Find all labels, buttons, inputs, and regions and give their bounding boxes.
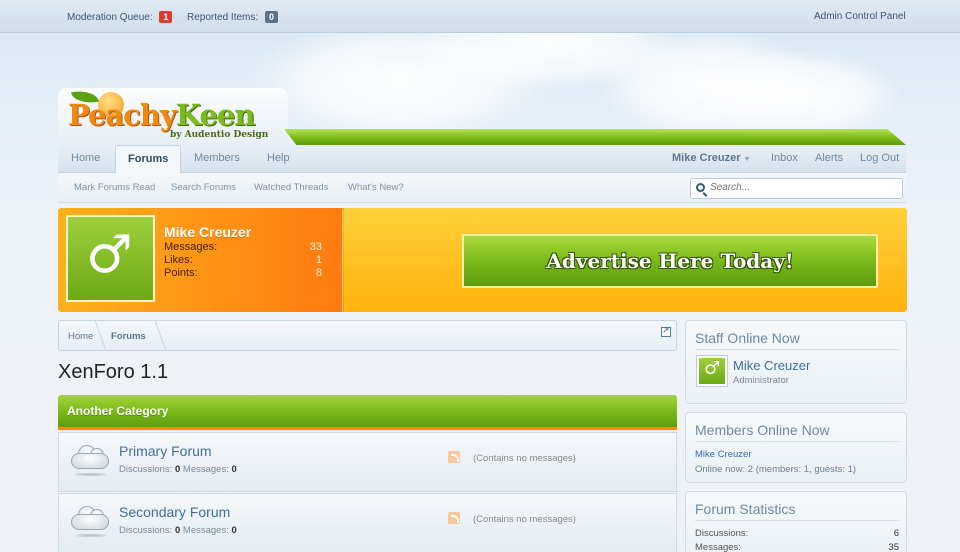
staff-online-block: Staff Online Now ♂ Mike Creuzer Administ…	[685, 320, 907, 404]
stat-messages: Messages: 35	[695, 542, 899, 552]
search-input[interactable]	[710, 182, 895, 193]
cloud-forum-icon	[68, 443, 112, 476]
page-title: XenForo 1.1	[58, 361, 169, 383]
stat-label: Likes:	[164, 254, 193, 266]
discussions-label: Discussions:	[119, 525, 173, 536]
moderation-queue-label: Moderation Queue:	[67, 12, 153, 23]
visitor-stat-points: Points: 8	[164, 267, 322, 279]
jump-to-top-icon[interactable]	[661, 325, 671, 337]
members-online-title: Members Online Now	[695, 422, 899, 442]
messages-count: 0	[231, 525, 237, 536]
logo-wordmark: PeachyKeen	[68, 98, 256, 132]
avatar[interactable]: ♂	[697, 356, 727, 386]
logout-link[interactable]: Log Out	[860, 152, 899, 164]
stat-label: Messages:	[695, 542, 741, 552]
stat-value: 35	[888, 542, 899, 552]
mark-forums-read-link[interactable]: Mark Forums Read	[74, 182, 155, 193]
avatar[interactable]: ♂	[66, 215, 155, 302]
advertise-banner[interactable]: Advertise Here Today!	[462, 234, 878, 288]
search-forums-link[interactable]: Search Forums	[171, 182, 236, 193]
forum-stats: Discussions: 0 Messages: 0	[119, 525, 237, 536]
logo-word-1: Peachy	[68, 98, 177, 132]
reported-items-label: Reported Items:	[187, 12, 259, 23]
alerts-link[interactable]: Alerts	[815, 152, 843, 164]
visitor-banner: ♂ Mike Creuzer Messages: 33 Likes: 1 Poi…	[58, 208, 907, 312]
members-online-block: Members Online Now Mike Creuzer Online n…	[685, 412, 907, 483]
discussions-count: 0	[174, 464, 181, 475]
header-green-bar	[284, 129, 906, 145]
staff-member-role: Administrator	[733, 375, 789, 386]
messages-label: Messages:	[182, 464, 229, 475]
online-member-link[interactable]: Mike Creuzer	[695, 449, 752, 460]
breadcrumb-forums[interactable]: Forums	[111, 331, 146, 342]
search-icon	[696, 183, 705, 192]
staff-member-link[interactable]: Mike Creuzer	[733, 358, 810, 373]
stat-label: Discussions:	[695, 528, 749, 539]
tab-help[interactable]: Help	[267, 152, 290, 164]
ad-area: Advertise Here Today!	[344, 208, 907, 312]
main-nav: Home Forums Members Help Mike Creuzer ▼ …	[58, 145, 906, 174]
staff-online-title: Staff Online Now	[695, 330, 899, 350]
user-menu[interactable]: Mike Creuzer ▼	[672, 152, 750, 164]
male-avatar-icon: ♂	[704, 358, 721, 379]
last-post-info: (Contains no messages)	[473, 453, 576, 464]
user-menu-name: Mike Creuzer	[672, 152, 741, 164]
stat-discussions: Discussions: 6	[695, 528, 899, 539]
messages-label: Messages:	[182, 525, 229, 536]
inbox-link[interactable]: Inbox	[771, 152, 798, 164]
forum-title-link[interactable]: Primary Forum	[119, 443, 212, 459]
logo-tagline: by Audentio Design	[170, 130, 269, 140]
visitor-stat-messages: Messages: 33	[164, 241, 322, 253]
stat-value: 33	[309, 241, 322, 253]
forum-row: Secondary Forum Discussions: 0 Messages:…	[58, 493, 677, 552]
forum-title-link[interactable]: Secondary Forum	[119, 504, 230, 520]
forum-statistics-title: Forum Statistics	[695, 501, 899, 521]
online-count: Online now: 2 (members: 1, guests: 1)	[695, 464, 857, 475]
visitor-stat-likes: Likes: 1	[164, 254, 322, 266]
cloud-decor	[700, 50, 900, 140]
breadcrumb: Home Forums	[58, 320, 677, 351]
stat-value: 6	[893, 528, 899, 539]
reported-items-count: 0	[264, 11, 278, 23]
discussions-count: 0	[174, 525, 181, 536]
sub-nav: Mark Forums Read Search Forums Watched T…	[58, 173, 906, 203]
cloud-forum-icon	[68, 504, 112, 537]
discussions-label: Discussions:	[119, 464, 173, 475]
reported-items-link[interactable]: Reported Items: 0	[187, 11, 278, 23]
cloud-decor	[250, 20, 550, 140]
logo-word-2: Keen	[175, 98, 256, 132]
rss-icon[interactable]	[448, 512, 460, 524]
stat-label: Points:	[164, 267, 198, 279]
chevron-down-icon: ▼	[743, 156, 751, 163]
forum-statistics-block: Forum Statistics Discussions: 6 Messages…	[685, 491, 907, 552]
moderation-queue-link[interactable]: Moderation Queue: 1	[67, 11, 173, 23]
category-title[interactable]: Another Category	[67, 404, 168, 418]
messages-count: 0	[231, 464, 237, 475]
stat-value: 8	[315, 267, 322, 279]
admin-control-panel-link[interactable]: Admin Control Panel	[814, 11, 906, 22]
stat-value: 1	[315, 254, 322, 266]
top-bar: Moderation Queue: 1 Reported Items: 0 Ad…	[0, 0, 960, 33]
moderation-queue-count: 1	[159, 11, 173, 23]
tab-forums[interactable]: Forums	[115, 145, 182, 174]
site-logo[interactable]: PeachyKeen by Audentio Design	[58, 87, 288, 146]
cloud-decor	[600, 30, 820, 140]
male-avatar-icon: ♂	[86, 225, 133, 285]
tab-home[interactable]: Home	[71, 152, 100, 164]
rss-icon[interactable]	[448, 451, 460, 463]
forum-stats: Discussions: 0 Messages: 0	[119, 464, 237, 475]
stat-label: Messages:	[164, 241, 218, 253]
advertise-text: Advertise Here Today!	[546, 249, 794, 273]
last-post-info: (Contains no messages)	[473, 514, 576, 525]
tab-members[interactable]: Members	[194, 152, 240, 164]
visitor-panel: ♂ Mike Creuzer Messages: 33 Likes: 1 Poi…	[58, 208, 343, 312]
search-box[interactable]	[690, 178, 903, 199]
forum-row: Primary Forum Discussions: 0 Messages: 0…	[58, 432, 677, 492]
whats-new-link[interactable]: What's New?	[348, 182, 404, 193]
breadcrumb-divider	[145, 321, 167, 350]
watched-threads-link[interactable]: Watched Threads	[254, 182, 328, 193]
visitor-name[interactable]: Mike Creuzer	[164, 224, 251, 240]
category-header[interactable]: Another Category	[58, 395, 677, 430]
